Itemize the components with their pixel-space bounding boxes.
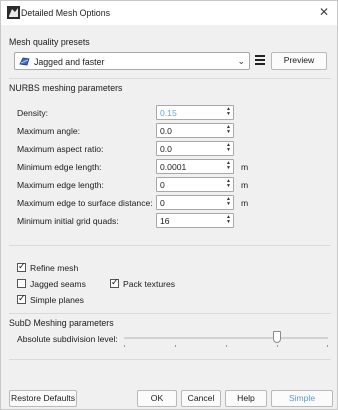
min-grid-quads-field[interactable]: 16 ▲ ▼ <box>156 213 234 228</box>
max-angle-value: 0.0 <box>160 126 172 136</box>
window-title: Detailed Mesh Options <box>21 8 110 18</box>
min-grid-quads-value: 16 <box>160 216 170 226</box>
presets-section-label: Mesh quality presets <box>9 37 90 47</box>
subd-section-label: SubD Meshing parameters <box>9 318 114 328</box>
max-edge-surface-distance-label: Maximum edge to surface distance: <box>17 198 153 208</box>
chevron-down-icon: ⌄ <box>237 56 245 66</box>
simple-planes-label: Simple planes <box>30 295 84 305</box>
title-bar: Detailed Mesh Options ✕ <box>1 1 337 25</box>
spinner-icon[interactable]: ▲ ▼ <box>225 215 232 226</box>
presets-dropdown[interactable]: Jagged and faster ⌄ <box>14 52 250 70</box>
restore-defaults-button[interactable]: Restore Defaults <box>9 390 77 407</box>
divider <box>9 359 331 360</box>
min-grid-quads-label: Minimum initial grid quads: <box>17 216 119 226</box>
min-edge-length-field[interactable]: 0.0001 ▲ ▼ <box>156 159 234 174</box>
ok-button[interactable]: OK <box>137 390 177 407</box>
slider-tick <box>277 345 278 347</box>
max-edge-surface-distance-field[interactable]: 0 ▲ ▼ <box>156 195 234 210</box>
unit-label: m <box>241 198 249 208</box>
preview-button[interactable]: Preview <box>271 52 327 70</box>
max-aspect-ratio-field[interactable]: 0.0 ▲ ▼ <box>156 141 234 156</box>
subdivision-level-label: Absolute subdivision level: <box>17 334 118 344</box>
density-value: 0.15 <box>160 108 177 118</box>
min-edge-length-label: Minimum edge length: <box>17 162 102 172</box>
cancel-button[interactable]: Cancel <box>181 390 221 407</box>
spinner-icon[interactable]: ▲ ▼ <box>225 143 232 154</box>
dialog-window: Detailed Mesh Options ✕ Mesh quality pre… <box>0 0 338 410</box>
pack-textures-label: Pack textures <box>123 279 176 289</box>
refine-mesh-checkbox[interactable] <box>17 261 26 272</box>
close-icon[interactable]: ✕ <box>319 6 329 18</box>
divider <box>9 245 331 246</box>
rhino-app-icon <box>7 6 20 19</box>
subdivision-slider-thumb[interactable] <box>273 331 281 343</box>
spinner-icon[interactable]: ▲ ▼ <box>225 197 232 208</box>
unit-label: m <box>241 162 249 172</box>
max-edge-length-field[interactable]: 0 ▲ ▼ <box>156 177 234 192</box>
max-aspect-ratio-value: 0.0 <box>160 144 172 154</box>
max-angle-label: Maximum angle: <box>17 126 81 136</box>
slider-tick <box>226 345 227 347</box>
jagged-seams-label: Jagged seams <box>30 279 86 289</box>
max-edge-length-value: 0 <box>160 180 165 190</box>
density-label: Density: <box>17 108 49 118</box>
hamburger-menu-icon[interactable] <box>255 55 265 65</box>
spinner-icon[interactable]: ▲ ▼ <box>225 125 232 136</box>
nurbs-section-label: NURBS meshing parameters <box>9 83 123 93</box>
jagged-seams-checkbox[interactable] <box>17 279 26 288</box>
presets-selected-value: Jagged and faster <box>34 57 105 67</box>
help-button[interactable]: Help <box>225 390 267 407</box>
divider <box>9 78 331 79</box>
refine-mesh-label: Refine mesh <box>30 263 79 273</box>
max-edge-length-label: Maximum edge length: <box>17 180 104 190</box>
min-edge-length-value: 0.0001 <box>160 162 187 172</box>
max-aspect-ratio-label: Maximum aspect ratio: <box>17 144 104 154</box>
subdivision-slider-track[interactable] <box>124 337 328 339</box>
spinner-icon[interactable]: ▲ ▼ <box>225 161 232 172</box>
spinner-icon[interactable]: ▲ ▼ <box>225 179 232 190</box>
slider-tick <box>124 345 125 347</box>
pack-textures-checkbox[interactable] <box>110 277 119 288</box>
unit-label: m <box>241 180 249 190</box>
simple-planes-checkbox[interactable] <box>17 293 26 304</box>
slider-tick <box>327 345 328 347</box>
slider-tick <box>175 345 176 347</box>
max-edge-surface-distance-value: 0 <box>160 198 165 208</box>
simple-controls-button[interactable]: Simple Controls <box>271 390 333 410</box>
mesh-preset-icon <box>19 57 30 66</box>
spinner-icon[interactable]: ▲ ▼ <box>225 107 232 118</box>
max-angle-field[interactable]: 0.0 ▲ ▼ <box>156 123 234 138</box>
divider <box>9 313 331 314</box>
density-field[interactable]: 0.15 ▲ ▼ <box>156 105 234 120</box>
